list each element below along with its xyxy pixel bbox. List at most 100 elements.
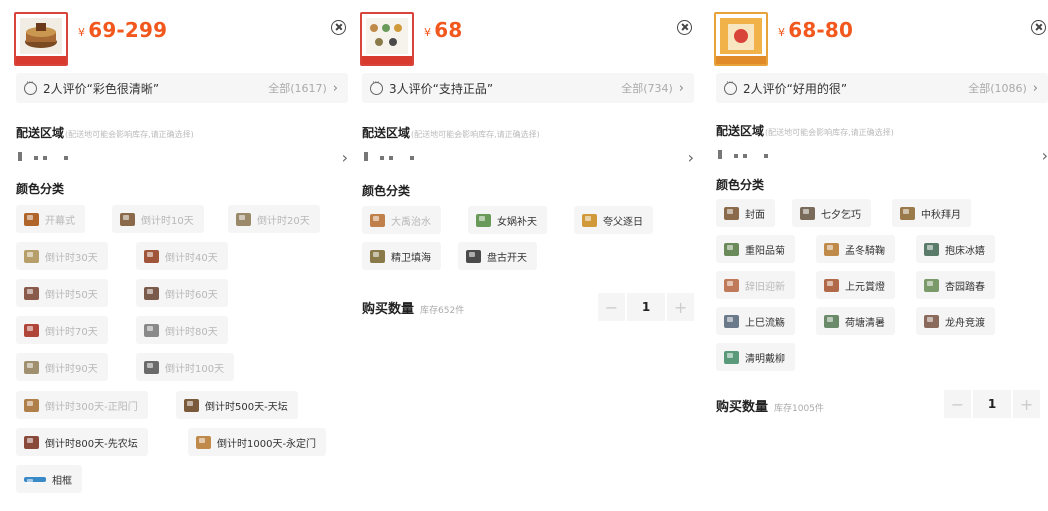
product-thumbnail[interactable] bbox=[14, 12, 68, 66]
chevron-right-icon: › bbox=[687, 148, 694, 167]
option-thumbnail-icon bbox=[724, 206, 739, 220]
region-title: 配送区域(配送地可能会影响库存,请正确选择) bbox=[716, 124, 894, 138]
option-thumbnail-icon bbox=[582, 213, 597, 227]
option-chip[interactable]: 倒计时10天 bbox=[112, 205, 204, 233]
option-chip[interactable]: 倒计时90天 bbox=[16, 353, 108, 381]
option-chip[interactable]: 倒计时20天 bbox=[228, 205, 320, 233]
option-chip[interactable]: 七夕乞巧 bbox=[792, 199, 871, 227]
option-chip[interactable]: 倒计时800天-先农坛 bbox=[16, 428, 148, 456]
option-chip[interactable]: 倒计时1000天-永定门 bbox=[188, 428, 327, 456]
option-thumbnail-icon bbox=[24, 435, 39, 449]
delivery-region[interactable]: 配送区域(配送地可能会影响库存,请正确选择) › bbox=[16, 124, 348, 167]
option-chip[interactable]: 孟冬騎鞠 bbox=[816, 235, 895, 263]
option-chip[interactable]: 中秋拜月 bbox=[892, 199, 971, 227]
option-thumbnail-icon bbox=[144, 360, 159, 374]
quantity-stepper[interactable]: − 1 + bbox=[944, 390, 1040, 418]
thumbnail-banner bbox=[716, 56, 766, 64]
figurines-image bbox=[366, 18, 408, 54]
option-chip[interactable]: 重阳品菊 bbox=[716, 235, 795, 263]
quantity-stepper[interactable]: − 1 + bbox=[598, 293, 694, 321]
option-chip[interactable]: 倒计时500天-天坛 bbox=[176, 391, 298, 419]
currency-symbol: ¥ bbox=[424, 26, 432, 39]
option-chip[interactable]: 倒计时70天 bbox=[16, 316, 108, 344]
option-chip[interactable]: 倒计时40天 bbox=[136, 242, 228, 270]
option-chip[interactable]: 辞旧迎新 bbox=[716, 271, 795, 299]
option-chip[interactable]: 倒计时30天 bbox=[16, 242, 108, 270]
option-chip[interactable]: 相框 bbox=[16, 465, 82, 493]
quantity-value[interactable]: 1 bbox=[972, 390, 1012, 418]
option-thumbnail-icon bbox=[144, 249, 159, 263]
option-thumbnail-icon bbox=[24, 286, 39, 300]
option-chip[interactable]: 倒计时100天 bbox=[136, 353, 235, 381]
quantity-label: 购买数量 库存1005件 bbox=[716, 400, 824, 415]
option-thumbnail-icon bbox=[824, 278, 839, 292]
thumbnail-banner bbox=[362, 56, 412, 64]
option-chip[interactable]: 倒计时50天 bbox=[16, 279, 108, 307]
option-chip[interactable]: 杏园踏春 bbox=[916, 271, 995, 299]
region-title: 配送区域(配送地可能会影响库存,请正确选择) bbox=[362, 126, 540, 140]
option-chip[interactable]: 倒计时80天 bbox=[136, 316, 228, 344]
option-thumbnail-icon bbox=[924, 278, 939, 292]
review-text: 3人评价“支持正品” bbox=[389, 81, 494, 96]
comment-bubble-icon bbox=[24, 78, 37, 95]
chevron-right-icon: › bbox=[1032, 80, 1038, 96]
option-chip[interactable]: 女娲补天 bbox=[468, 206, 547, 234]
thumbnail-banner bbox=[16, 56, 66, 64]
close-icon[interactable] bbox=[677, 20, 692, 35]
option-chip[interactable]: 精卫填海 bbox=[362, 242, 441, 270]
decrement-button[interactable]: − bbox=[944, 390, 971, 418]
option-chip[interactable]: 龙舟竞渡 bbox=[916, 307, 995, 335]
option-chip[interactable]: 盘古开天 bbox=[458, 242, 537, 270]
option-chip[interactable]: 抱床冰嬉 bbox=[916, 235, 995, 263]
close-icon[interactable] bbox=[331, 20, 346, 35]
review-summary-bar[interactable]: 3人评价“支持正品” 全部(734) › bbox=[362, 73, 694, 103]
delivery-region[interactable]: 配送区域(配送地可能会影响库存,请正确选择) › bbox=[716, 122, 1048, 165]
comment-bubble-icon bbox=[370, 78, 383, 95]
quantity-label: 购买数量 库存652件 bbox=[362, 302, 465, 317]
option-chip[interactable]: 倒计时300天-正阳门 bbox=[16, 391, 148, 419]
option-chip[interactable]: 倒计时60天 bbox=[136, 279, 228, 307]
address-blur-1 bbox=[364, 152, 368, 161]
review-summary-bar[interactable]: 2人评价“彩色很清晰” 全部(1617) › bbox=[16, 73, 348, 103]
option-thumbnail-icon bbox=[476, 213, 491, 227]
option-chip[interactable]: 清明戴柳 bbox=[716, 343, 795, 371]
address-blur-2 bbox=[734, 154, 738, 158]
product-thumbnail[interactable] bbox=[360, 12, 414, 66]
option-thumbnail-icon bbox=[370, 213, 385, 227]
option-thumbnail-icon bbox=[24, 476, 46, 484]
chevron-right-icon: › bbox=[341, 148, 348, 167]
option-thumbnail-icon bbox=[24, 360, 39, 374]
review-text: 2人评价“彩色很清晰” bbox=[43, 81, 160, 96]
option-chip[interactable]: 大禹治水 bbox=[362, 206, 441, 234]
increment-button[interactable]: + bbox=[1013, 390, 1040, 418]
stock-count: 库存652件 bbox=[420, 306, 465, 316]
option-chip[interactable]: 上元賞燈 bbox=[816, 271, 895, 299]
address-blur-2 bbox=[34, 156, 38, 160]
increment-button[interactable]: + bbox=[667, 293, 694, 321]
delivery-region[interactable]: 配送区域(配送地可能会影响库存,请正确选择) › bbox=[362, 124, 694, 167]
all-reviews-count: 全部(1617) bbox=[268, 82, 327, 95]
option-chip[interactable]: 封面 bbox=[716, 199, 775, 227]
close-icon[interactable] bbox=[1031, 20, 1046, 35]
address-blur-1 bbox=[718, 150, 722, 159]
option-chip[interactable]: 上巳流觞 bbox=[716, 307, 795, 335]
option-thumbnail-icon bbox=[466, 249, 481, 263]
price-range: ¥69-299 bbox=[78, 18, 167, 42]
decrement-button[interactable]: − bbox=[598, 293, 625, 321]
product-thumbnail[interactable] bbox=[714, 12, 768, 66]
cake-image bbox=[20, 18, 62, 54]
option-thumbnail-icon bbox=[24, 249, 39, 263]
chevron-right-icon: › bbox=[1041, 146, 1048, 165]
option-chip[interactable]: 开幕式 bbox=[16, 205, 85, 233]
option-chip[interactable]: 荷塘清暑 bbox=[816, 307, 895, 335]
option-thumbnail-icon bbox=[724, 314, 739, 328]
all-reviews-count: 全部(1086) bbox=[968, 82, 1027, 95]
review-summary-bar[interactable]: 2人评价“好用的很” 全部(1086) › bbox=[716, 73, 1048, 103]
option-thumbnail-icon bbox=[236, 212, 251, 226]
option-chip[interactable]: 夸父逐日 bbox=[574, 206, 653, 234]
option-thumbnail-icon bbox=[184, 398, 199, 412]
option-thumbnail-icon bbox=[824, 242, 839, 256]
address-blur-4 bbox=[410, 156, 414, 160]
option-thumbnail-icon bbox=[144, 323, 159, 337]
quantity-value[interactable]: 1 bbox=[626, 293, 666, 321]
